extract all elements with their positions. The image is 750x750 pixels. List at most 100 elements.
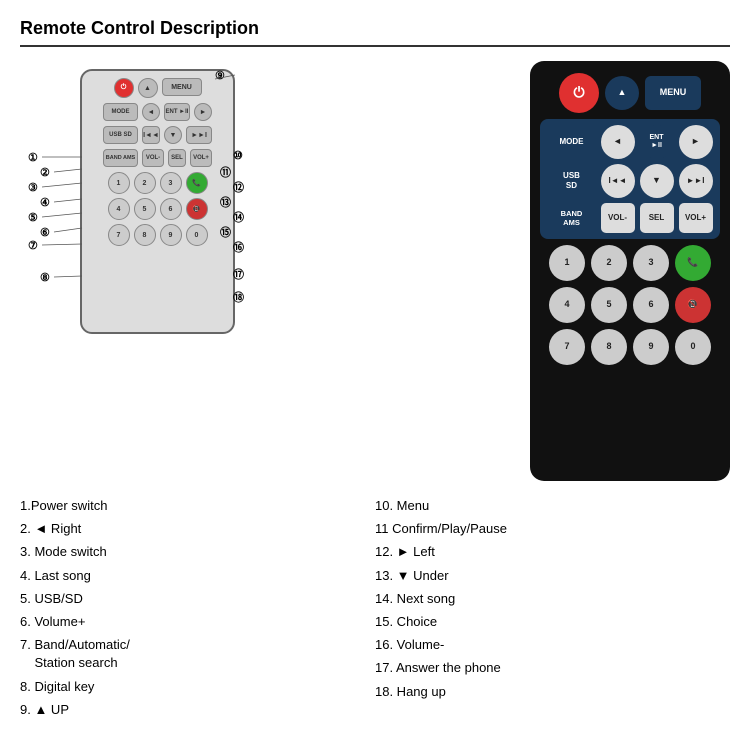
desc-6: 6. Volume+ bbox=[20, 613, 365, 631]
r-numrow-2: 4 5 6 📵 bbox=[540, 287, 720, 323]
r-5-btn[interactable]: 5 bbox=[591, 287, 627, 323]
s-band-btn[interactable]: BAND AMS bbox=[103, 149, 138, 167]
r-sel-btn[interactable]: SEL bbox=[640, 203, 674, 233]
s-9-btn[interactable]: 9 bbox=[160, 224, 182, 246]
r-fwd-btn[interactable]: ►►I bbox=[679, 164, 713, 198]
label-3: ③ bbox=[28, 181, 38, 194]
r-answer-btn[interactable]: 📞 bbox=[675, 245, 711, 281]
desc-3: 3. Mode switch bbox=[20, 543, 365, 561]
s-7-btn[interactable]: 7 bbox=[108, 224, 130, 246]
label-4: ④ bbox=[40, 196, 50, 209]
s-2-btn[interactable]: 2 bbox=[134, 172, 156, 194]
r-left-btn[interactable]: ◄ bbox=[601, 125, 635, 159]
s-mode-btn[interactable]: MODE bbox=[103, 103, 138, 121]
real-remote: ⏻ ▲ MENU MODE ◄ ENT►II ► USBSD I◄◄ ▼ ► bbox=[530, 61, 730, 481]
r-0-btn[interactable]: 0 bbox=[675, 329, 711, 365]
label-2: ② bbox=[40, 166, 50, 179]
desc-col-left: 1.Power switch 2. ◄ Right 3. Mode switch… bbox=[20, 497, 375, 724]
label-12: ⑫ bbox=[233, 179, 244, 195]
desc-16: 16. Volume- bbox=[375, 636, 720, 654]
s-up-btn[interactable]: ▲ bbox=[138, 78, 158, 98]
s-volminus-btn[interactable]: VOL- bbox=[142, 149, 164, 167]
label-5: ⑤ bbox=[28, 211, 38, 224]
r-band-btn[interactable]: BANDAMS bbox=[548, 203, 596, 233]
description-area: 1.Power switch 2. ◄ Right 3. Mode switch… bbox=[20, 497, 730, 724]
label-9: ⑨ bbox=[215, 69, 225, 82]
r-4-btn[interactable]: 4 bbox=[549, 287, 585, 323]
label-10: ⑩ bbox=[233, 149, 243, 162]
label-18: ⑱ bbox=[233, 289, 244, 305]
desc-13: 13. ▼ Under bbox=[375, 567, 720, 585]
desc-12: 12. ► Left bbox=[375, 543, 720, 561]
s-5-btn[interactable]: 5 bbox=[134, 198, 156, 220]
r-row-3: USBSD I◄◄ ▼ ►►I bbox=[545, 164, 715, 198]
diagram-area: ⏻ ▲ MENU MODE ◄ ENT ►II ► USB SD I◄◄ ▼ ►… bbox=[20, 61, 730, 481]
r-numrow-1: 1 2 3 📞 bbox=[540, 245, 720, 281]
s-8-btn[interactable]: 8 bbox=[134, 224, 156, 246]
r-down-btn[interactable]: ▼ bbox=[640, 164, 674, 198]
s-answer-btn[interactable]: 📞 bbox=[186, 172, 208, 194]
r-prev-btn[interactable]: I◄◄ bbox=[601, 164, 635, 198]
s-0-btn[interactable]: 0 bbox=[186, 224, 208, 246]
desc-18: 18. Hang up bbox=[375, 683, 720, 701]
r-row-1: ⏻ ▲ MENU bbox=[540, 73, 720, 113]
r-menu-btn[interactable]: MENU bbox=[645, 76, 701, 110]
desc-9: 9. ▲ UP bbox=[20, 701, 365, 719]
r-mode-btn[interactable]: MODE bbox=[548, 127, 596, 157]
label-15: ⑮ bbox=[220, 224, 231, 240]
desc-11: 11 Confirm/Play/Pause bbox=[375, 520, 720, 538]
r-row-2: MODE ◄ ENT►II ► bbox=[545, 125, 715, 159]
label-16: ⑯ bbox=[233, 239, 244, 255]
r-ent-btn[interactable]: ENT►II bbox=[640, 125, 674, 159]
r-up-btn[interactable]: ▲ bbox=[605, 76, 639, 110]
s-menu-btn[interactable]: MENU bbox=[162, 78, 202, 96]
s-left-btn[interactable]: ◄ bbox=[142, 103, 160, 121]
desc-8: 8. Digital key bbox=[20, 678, 365, 696]
s-prev-btn[interactable]: I◄◄ bbox=[142, 126, 160, 144]
s-right-btn[interactable]: ► bbox=[194, 103, 212, 121]
r-6-btn[interactable]: 6 bbox=[633, 287, 669, 323]
desc-2: 2. ◄ Right bbox=[20, 520, 365, 538]
label-7: ⑦ bbox=[28, 239, 38, 252]
label-14: ⑭ bbox=[233, 209, 244, 225]
s-4-btn[interactable]: 4 bbox=[108, 198, 130, 220]
label-8: ⑧ bbox=[40, 271, 50, 284]
desc-col-right: 10. Menu 11 Confirm/Play/Pause 12. ► Lef… bbox=[375, 497, 730, 724]
r-2-btn[interactable]: 2 bbox=[591, 245, 627, 281]
r-power-btn[interactable]: ⏻ bbox=[559, 73, 599, 113]
r-right-btn[interactable]: ► bbox=[679, 125, 713, 159]
s-next-btn[interactable]: ►►I bbox=[186, 126, 212, 144]
r-row-4: BANDAMS VOL- SEL VOL+ bbox=[545, 203, 715, 233]
r-7-btn[interactable]: 7 bbox=[549, 329, 585, 365]
label-1: ① bbox=[28, 151, 38, 164]
r-volminus-btn[interactable]: VOL- bbox=[601, 203, 635, 233]
r-3-btn[interactable]: 3 bbox=[633, 245, 669, 281]
s-ent-btn[interactable]: ENT ►II bbox=[164, 103, 190, 121]
label-6: ⑥ bbox=[40, 226, 50, 239]
desc-17: 17. Answer the phone bbox=[375, 659, 720, 677]
s-1-btn[interactable]: 1 bbox=[108, 172, 130, 194]
s-usbsd-btn[interactable]: USB SD bbox=[103, 126, 138, 144]
desc-1: 1.Power switch bbox=[20, 497, 365, 515]
s-power-btn[interactable]: ⏻ bbox=[114, 78, 134, 98]
s-sel-btn[interactable]: SEL bbox=[168, 149, 186, 167]
desc-10: 10. Menu bbox=[375, 497, 720, 515]
s-3-btn[interactable]: 3 bbox=[160, 172, 182, 194]
r-hangup-btn[interactable]: 📵 bbox=[675, 287, 711, 323]
s-volplus-btn[interactable]: VOL+ bbox=[190, 149, 212, 167]
r-9-btn[interactable]: 9 bbox=[633, 329, 669, 365]
s-down-btn[interactable]: ▼ bbox=[164, 126, 182, 144]
r-usbsd-btn[interactable]: USBSD bbox=[548, 166, 596, 196]
s-hangup-btn[interactable]: 📵 bbox=[186, 198, 208, 220]
r-volplus-btn[interactable]: VOL+ bbox=[679, 203, 713, 233]
r-panel: MODE ◄ ENT►II ► USBSD I◄◄ ▼ ►►I BANDAMS … bbox=[540, 119, 720, 239]
desc-5: 5. USB/SD bbox=[20, 590, 365, 608]
s-6-btn[interactable]: 6 bbox=[160, 198, 182, 220]
main-container: Remote Control Description ⏻ ▲ MENU MODE… bbox=[0, 0, 750, 750]
label-17: ⑰ bbox=[233, 266, 244, 282]
r-8-btn[interactable]: 8 bbox=[591, 329, 627, 365]
r-1-btn[interactable]: 1 bbox=[549, 245, 585, 281]
desc-7: 7. Band/Automatic/ Station search bbox=[20, 636, 365, 672]
label-13: ⑬ bbox=[220, 194, 231, 210]
label-11: ⑪ bbox=[220, 164, 231, 180]
